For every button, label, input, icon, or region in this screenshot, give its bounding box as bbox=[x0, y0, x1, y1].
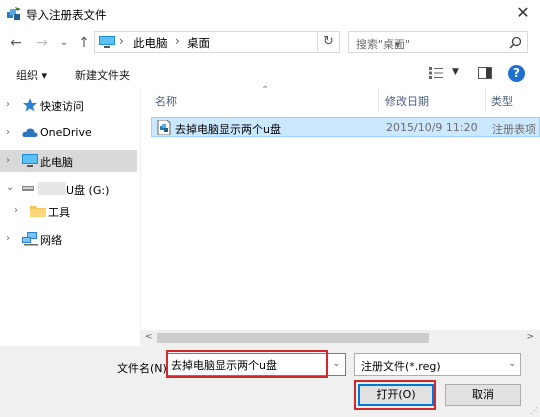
sidebar-item-this-pc[interactable]: › 此电脑 bbox=[0, 150, 137, 172]
collapse-chevron-icon[interactable]: ⌄ bbox=[6, 182, 14, 193]
sidebar-item-label: 工具 bbox=[48, 206, 70, 219]
up-button[interactable]: ↑ bbox=[76, 35, 92, 51]
expand-chevron-icon[interactable]: › bbox=[14, 205, 18, 216]
sidebar-item-quick-access[interactable]: › 快速访问 bbox=[0, 94, 137, 116]
file-type-selected: 注册文件(*.reg) bbox=[361, 360, 441, 373]
sidebar-item-label: 网络 bbox=[40, 234, 62, 247]
file-name: 去掉电脑显示两个u盘 bbox=[175, 123, 281, 136]
file-modified-date: 2015/10/9 11:20 bbox=[386, 121, 478, 134]
network-icon bbox=[22, 232, 38, 246]
sidebar-item-label: U盘 (G:) bbox=[66, 184, 110, 197]
expand-chevron-icon[interactable]: › bbox=[6, 233, 10, 244]
resize-grip-icon[interactable]: ⋰ bbox=[530, 406, 538, 415]
filename-input[interactable] bbox=[171, 357, 326, 373]
close-button[interactable]: ✕ bbox=[506, 0, 540, 28]
cloud-icon bbox=[22, 128, 38, 137]
forward-button[interactable]: → bbox=[34, 35, 50, 51]
crumb-separator: › bbox=[175, 34, 180, 48]
file-row[interactable]: 去掉电脑显示两个u盘 2015/10/9 11:20 注册表项 bbox=[151, 117, 540, 137]
sidebar-item-network[interactable]: › 网络 bbox=[0, 228, 137, 250]
breadcrumb-desktop[interactable]: 桌面 bbox=[187, 35, 210, 51]
computer-icon bbox=[99, 36, 115, 48]
sidebar-item-onedrive[interactable]: › OneDrive bbox=[0, 122, 137, 144]
cancel-button[interactable]: 取消 bbox=[445, 384, 521, 406]
view-dropdown-icon[interactable]: ▼ bbox=[452, 67, 459, 77]
open-button[interactable]: 打开(O) bbox=[358, 384, 434, 406]
chevron-down-icon: ⌄ bbox=[508, 359, 516, 369]
file-list: ⌃ 名称 修改日期 类型 去掉电脑显示两个u盘 2015/10/9 11:20 … bbox=[141, 85, 540, 344]
expand-chevron-icon[interactable]: › bbox=[6, 127, 10, 138]
scrollbar-thumb[interactable] bbox=[157, 333, 429, 343]
sidebar-item-label: 此电脑 bbox=[40, 156, 73, 169]
usb-drive-icon bbox=[22, 186, 34, 191]
file-name-panel: 文件名(N): ⌄ 注册文件(*.reg) ⌄ 打开(O) 取消 ⋰ bbox=[0, 346, 540, 417]
column-header-name[interactable]: 名称 bbox=[155, 93, 177, 109]
filename-field[interactable]: ⌄ bbox=[166, 353, 346, 376]
sidebar-item-tools-folder[interactable]: › 工具 bbox=[0, 200, 137, 222]
crumb-separator: › bbox=[119, 34, 124, 48]
sidebar-item-label: OneDrive bbox=[40, 126, 92, 139]
column-divider[interactable] bbox=[485, 88, 486, 112]
sidebar-item-label: 快速访问 bbox=[40, 100, 84, 113]
star-icon bbox=[23, 98, 37, 112]
computer-icon bbox=[22, 154, 38, 167]
sort-ascending-icon: ⌃ bbox=[261, 85, 270, 96]
search-icon bbox=[509, 36, 522, 49]
window-title: 导入注册表文件 bbox=[26, 8, 107, 22]
navigation-pane: › 快速访问 › OneDrive › 此电脑 ⌄ U盘 (G:) › 工具 ›… bbox=[0, 88, 140, 328]
registry-file-icon bbox=[157, 120, 171, 135]
search-placeholder: 搜索"桌面" bbox=[356, 38, 411, 51]
navigation-bar: ← → ⌄ ↑ › 此电脑 › 桌面 ▾ ↻ 搜索"桌面" bbox=[0, 28, 540, 58]
command-toolbar: 组织 ▾ 新建文件夹 ▼ ? bbox=[0, 60, 540, 88]
address-bar[interactable]: › 此电脑 › 桌面 ▾ bbox=[94, 31, 400, 53]
filename-label: 文件名(N): bbox=[117, 362, 171, 375]
filename-history-dropdown-icon[interactable]: ⌄ bbox=[327, 354, 345, 375]
view-options-icon[interactable] bbox=[429, 67, 443, 79]
title-bar: 导入注册表文件 ✕ bbox=[0, 0, 540, 28]
folder-icon bbox=[30, 206, 46, 217]
registry-editor-icon bbox=[7, 7, 21, 20]
file-type: 注册表项 bbox=[492, 123, 536, 136]
column-header-modified[interactable]: 修改日期 bbox=[385, 93, 429, 109]
new-folder-button[interactable]: 新建文件夹 bbox=[75, 67, 130, 83]
breadcrumb-this-pc[interactable]: 此电脑 bbox=[133, 35, 168, 51]
back-button[interactable]: ← bbox=[8, 35, 24, 51]
horizontal-scrollbar[interactable]: < > bbox=[141, 330, 540, 346]
file-type-select[interactable]: 注册文件(*.reg) ⌄ bbox=[354, 353, 521, 376]
redacted-label-block bbox=[38, 182, 66, 195]
sidebar-item-usb-drive[interactable]: ⌄ U盘 (G:) bbox=[0, 178, 137, 200]
expand-chevron-icon[interactable]: › bbox=[6, 155, 10, 166]
search-box[interactable]: 搜索"桌面" bbox=[348, 31, 528, 53]
column-header-type[interactable]: 类型 bbox=[491, 93, 513, 109]
scroll-right-arrow-icon[interactable]: > bbox=[526, 332, 534, 342]
help-icon[interactable]: ? bbox=[508, 65, 525, 82]
scroll-left-arrow-icon[interactable]: < bbox=[145, 332, 153, 342]
organize-button[interactable]: 组织 ▾ bbox=[16, 67, 47, 83]
column-divider[interactable] bbox=[378, 88, 379, 112]
recent-locations-button[interactable]: ⌄ bbox=[56, 35, 72, 51]
expand-chevron-icon[interactable]: › bbox=[6, 99, 10, 110]
preview-pane-icon[interactable] bbox=[478, 67, 492, 79]
refresh-button[interactable]: ↻ bbox=[318, 31, 340, 53]
